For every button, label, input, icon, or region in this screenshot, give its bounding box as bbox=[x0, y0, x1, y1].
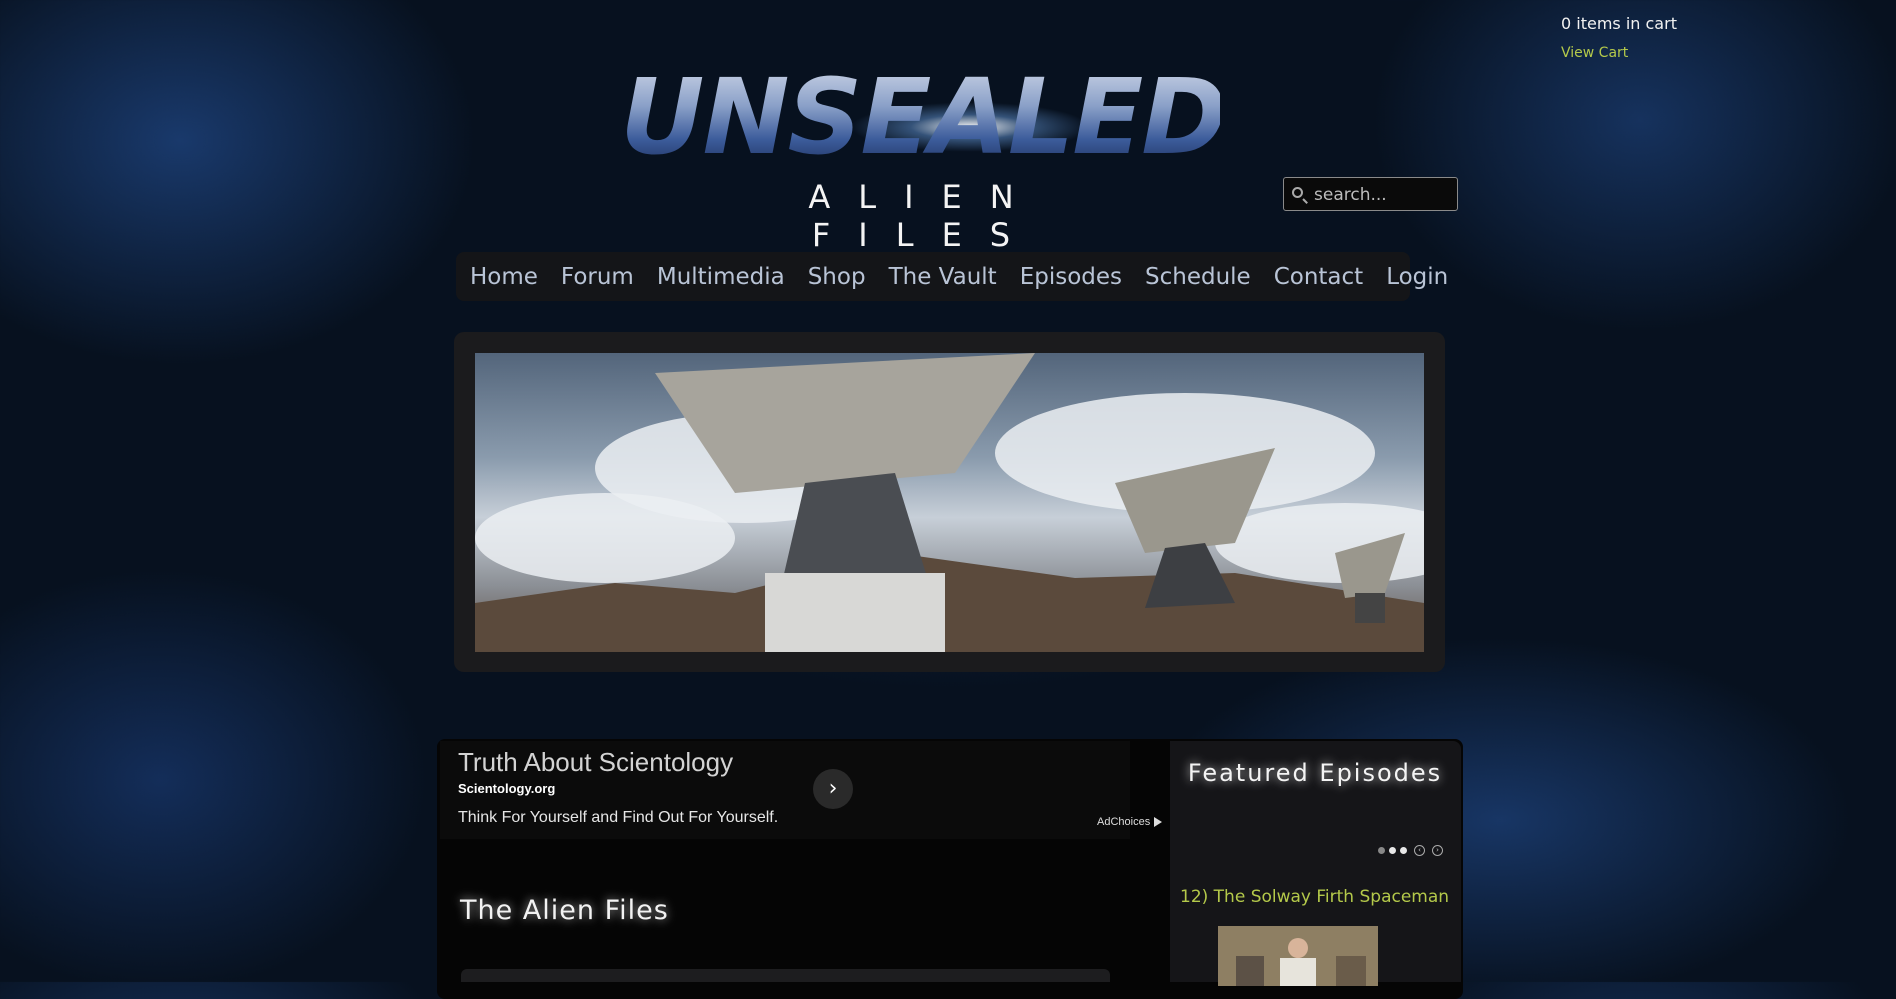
site-logo[interactable]: UNSEALED ALIEN FILES bbox=[620, 56, 1228, 254]
search-input[interactable] bbox=[1312, 182, 1456, 208]
nav-schedule[interactable]: Schedule bbox=[1145, 264, 1251, 290]
content-panel-top bbox=[461, 969, 1110, 982]
circle-left-icon[interactable]: ‹ bbox=[1414, 845, 1425, 856]
chevron-right-icon[interactable]: › bbox=[813, 769, 853, 809]
ad-domain[interactable]: Scientology.org bbox=[458, 781, 555, 796]
slider-dot[interactable] bbox=[1400, 847, 1407, 854]
slider-dot[interactable] bbox=[1389, 847, 1396, 854]
nav-episodes[interactable]: Episodes bbox=[1020, 264, 1122, 290]
adchoices-label: AdChoices bbox=[1097, 816, 1151, 828]
ad-unit[interactable]: Truth About Scientology Scientology.org … bbox=[440, 741, 1130, 839]
nav-login[interactable]: Login bbox=[1386, 264, 1448, 290]
nav-shop[interactable]: Shop bbox=[808, 264, 866, 290]
adchoices-icon bbox=[1154, 817, 1163, 828]
search-icon[interactable] bbox=[1292, 187, 1303, 198]
nav-multimedia[interactable]: Multimedia bbox=[657, 264, 785, 290]
banner-image bbox=[475, 353, 1424, 652]
search-box bbox=[1283, 177, 1458, 211]
ad-title[interactable]: Truth About Scientology bbox=[458, 747, 733, 778]
nav-the-vault[interactable]: The Vault bbox=[889, 264, 997, 290]
circle-right-icon[interactable]: › bbox=[1432, 845, 1443, 856]
slider-dot[interactable] bbox=[1378, 847, 1385, 854]
nav-home[interactable]: Home bbox=[470, 264, 538, 290]
adchoices-link[interactable]: AdChoices bbox=[1097, 816, 1163, 828]
hero-banner bbox=[454, 332, 1445, 672]
page-heading: The Alien Files bbox=[460, 895, 669, 926]
episode-thumbnail[interactable] bbox=[1218, 926, 1378, 986]
ad-text[interactable]: Think For Yourself and Find Out For Your… bbox=[458, 809, 778, 827]
main-nav: Home Forum Multimedia Shop The Vault Epi… bbox=[456, 252, 1448, 301]
slider-controls: ‹ › bbox=[1378, 845, 1443, 856]
logo-subtitle: ALIEN FILES bbox=[808, 178, 1042, 254]
featured-sidebar: Featured Episodes ‹ › 12) The Solway Fir… bbox=[1170, 741, 1461, 986]
featured-title: Featured Episodes bbox=[1187, 759, 1443, 787]
logo-title: UNSEALED bbox=[620, 56, 1228, 178]
nav-forum[interactable]: Forum bbox=[561, 264, 634, 290]
view-cart-link[interactable]: View Cart bbox=[1561, 45, 1677, 61]
episode-link[interactable]: 12) The Solway Firth Spaceman bbox=[1180, 887, 1449, 907]
cart-count: 0 items in cart bbox=[1561, 14, 1677, 33]
nav-contact[interactable]: Contact bbox=[1274, 264, 1363, 290]
cart-widget: 0 items in cart View Cart bbox=[1561, 14, 1677, 61]
